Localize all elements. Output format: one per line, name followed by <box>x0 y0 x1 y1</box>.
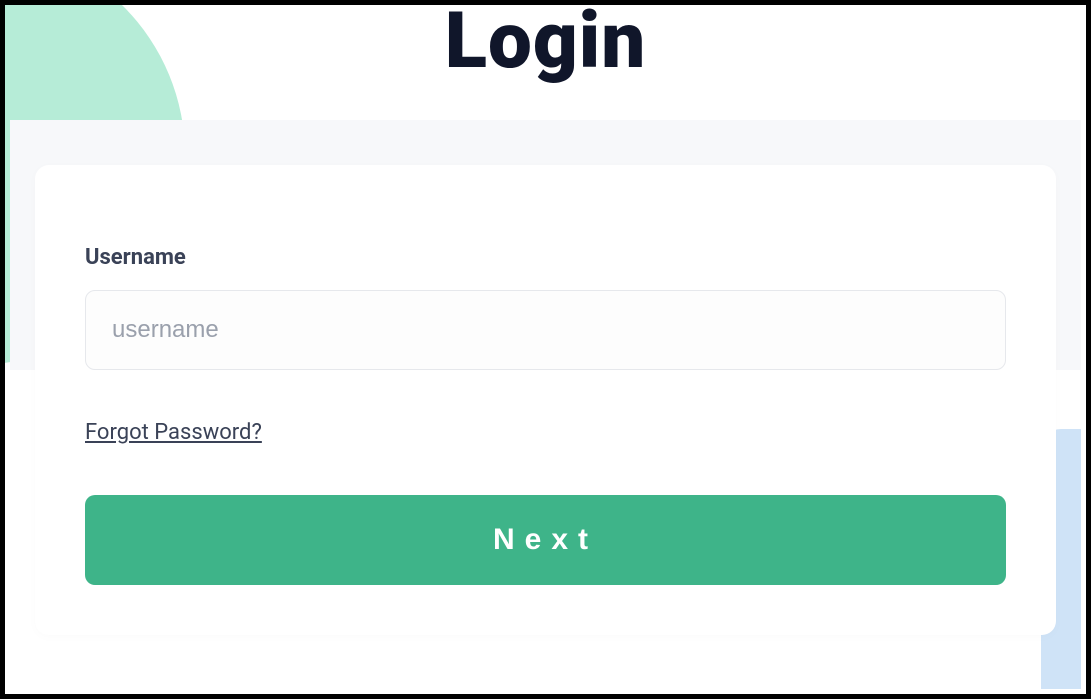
next-button[interactable]: Next <box>85 495 1006 585</box>
page-title: Login <box>5 0 1086 89</box>
login-screen: Login Username Forgot Password? Next <box>0 0 1091 699</box>
login-card: Username Forgot Password? Next <box>35 165 1056 635</box>
username-input[interactable] <box>85 290 1006 370</box>
username-label: Username <box>85 245 1006 270</box>
forgot-password-link[interactable]: Forgot Password? <box>85 420 262 445</box>
